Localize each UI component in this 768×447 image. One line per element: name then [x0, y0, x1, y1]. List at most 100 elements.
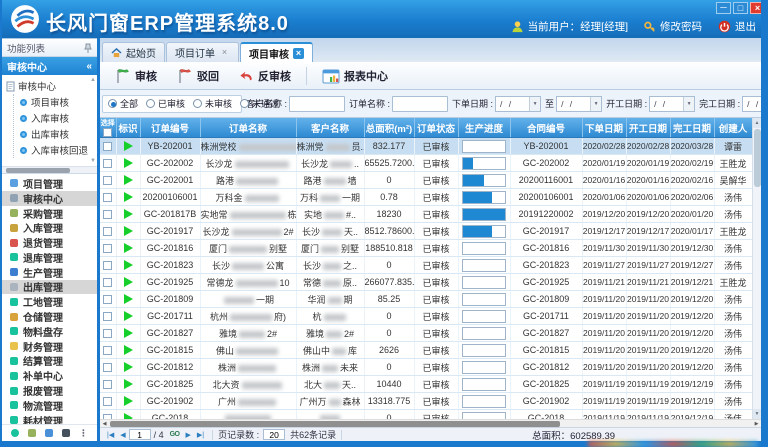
- col-order-name[interactable]: 订单名称: [200, 118, 296, 138]
- row-checkbox[interactable]: [103, 397, 112, 406]
- table-row[interactable]: GC-201817B 实地常栋 实地#.. 18230 已审核 20191220…: [100, 206, 752, 223]
- row-checkbox[interactable]: [103, 380, 112, 389]
- tree-horizontal-scrollbar[interactable]: [2, 167, 97, 174]
- table-row[interactable]: GC-201823 长沙公寓 长沙之.. 0 已审核 GC-201823 201…: [100, 257, 752, 274]
- sidebar-menu-item[interactable]: 耗材管理: [2, 413, 97, 424]
- col-progress[interactable]: 生产进度: [458, 118, 510, 138]
- row-checkbox[interactable]: [103, 244, 112, 253]
- last-page-button[interactable]: ▶|: [197, 431, 204, 439]
- scroll-up-icon[interactable]: ▲: [753, 118, 761, 128]
- select-all-checkbox[interactable]: [103, 128, 112, 137]
- quick-icon-3[interactable]: [45, 429, 53, 437]
- chevron-down-icon[interactable]: ▼: [529, 97, 540, 111]
- start-date-picker[interactable]: / /▼: [649, 96, 695, 112]
- sidebar-menu-item[interactable]: 报废管理: [2, 383, 97, 398]
- radio-unaudited[interactable]: 未审核: [193, 97, 232, 110]
- row-checkbox[interactable]: [103, 159, 112, 168]
- col-total-area[interactable]: 总面积(m²): [364, 118, 414, 138]
- order-date-from-picker[interactable]: / /▼: [495, 96, 541, 112]
- col-order-no[interactable]: 订单编号: [140, 118, 200, 138]
- table-row[interactable]: YB-202001 株洲党校 株洲党员.. 832.177 已审核 YB-202…: [100, 138, 752, 155]
- sidebar-menu-item[interactable]: 项目管理: [2, 176, 97, 191]
- scroll-down-icon[interactable]: ▼: [753, 409, 761, 419]
- report-center-button[interactable]: 报表中心: [313, 65, 397, 87]
- col-status[interactable]: 订单状态: [414, 118, 458, 138]
- table-row[interactable]: GC-201825 北大资 北大天.. 10440 已审核 GC-201825 …: [100, 376, 752, 393]
- go-page-button[interactable]: GO: [170, 431, 180, 438]
- prev-page-button[interactable]: ◀: [120, 431, 125, 439]
- row-checkbox[interactable]: [103, 346, 112, 355]
- table-row[interactable]: GC-2018 0 已审核 GC-2018 2019/11/19 2019/11…: [100, 410, 752, 420]
- horizontal-scroll-thumb[interactable]: [110, 421, 560, 427]
- sidebar-menu-item[interactable]: 物流管理: [2, 398, 97, 413]
- finish-date-picker[interactable]: / /: [742, 96, 761, 112]
- first-page-button[interactable]: |◀: [107, 431, 114, 439]
- sidebar-menu-item[interactable]: 结算管理: [2, 354, 97, 369]
- row-checkbox[interactable]: [103, 193, 112, 202]
- sidebar-menu-item[interactable]: 补单中心: [2, 368, 97, 383]
- table-row[interactable]: 20200106001 万科金 万科一期 0.78 已审核 2020010600…: [100, 189, 752, 206]
- logout-button[interactable]: 退出: [718, 19, 756, 34]
- sidebar-menu-item[interactable]: 退库管理: [2, 250, 97, 265]
- change-password-button[interactable]: 修改密码: [644, 19, 702, 34]
- reject-button[interactable]: 驳回: [168, 65, 228, 87]
- table-row[interactable]: GC-201711 杭州府) 杭 0 已审核 GC-201711 2019/11…: [100, 308, 752, 325]
- tree-root-audit-center[interactable]: 审核中心: [6, 78, 95, 94]
- next-page-button[interactable]: ▶: [186, 431, 191, 439]
- tree-scroll-arrows[interactable]: ▲▼: [90, 77, 96, 164]
- radio-audited[interactable]: 已审核: [146, 97, 185, 110]
- tree-item-inbound-audit[interactable]: 入库审核: [14, 110, 95, 126]
- order-date-to-picker[interactable]: / /▼: [556, 96, 602, 112]
- row-checkbox[interactable]: [103, 142, 112, 151]
- pin-icon[interactable]: [84, 43, 92, 53]
- close-button[interactable]: ×: [750, 2, 765, 14]
- table-row[interactable]: GC-201812 株洲 株洲未来 0 已审核 GC-201812 2019/1…: [100, 359, 752, 376]
- sidebar-menu-item[interactable]: 仓储管理: [2, 309, 97, 324]
- page-size-input[interactable]: [263, 429, 285, 440]
- sidebar-menu-item[interactable]: 退货管理: [2, 235, 97, 250]
- close-icon[interactable]: ×: [293, 48, 304, 59]
- chevron-down-icon[interactable]: ▼: [590, 97, 601, 111]
- sidebar-menu-item[interactable]: 出库管理: [2, 280, 97, 295]
- tab-project-orders[interactable]: 项目订单 ×: [166, 42, 239, 62]
- sidebar-menu-item[interactable]: 工地管理: [2, 294, 97, 309]
- sidebar-menu-item[interactable]: 生产管理: [2, 265, 97, 280]
- quick-icon-2[interactable]: [28, 429, 36, 437]
- col-flag[interactable]: 标识: [116, 118, 140, 138]
- table-row[interactable]: GC-201917 长沙龙2# 长沙天.. 8512.78600.. 已审核 G…: [100, 223, 752, 240]
- audit-button[interactable]: 审核: [106, 65, 166, 87]
- sidebar-menu-item[interactable]: 采购管理: [2, 206, 97, 221]
- row-checkbox[interactable]: [103, 227, 112, 236]
- quick-icon-4[interactable]: [62, 429, 70, 437]
- table-row[interactable]: GC-202001 路港 路港墙 0 已审核 20200116001 2020/…: [100, 172, 752, 189]
- col-contract-no[interactable]: 合同编号: [510, 118, 582, 138]
- col-start-date[interactable]: 开工日期: [626, 118, 670, 138]
- table-row[interactable]: GC-201827 雅境2# 雅境2# 0 已审核 GC-201827 2019…: [100, 325, 752, 342]
- row-checkbox[interactable]: [103, 363, 112, 372]
- table-row[interactable]: GC-201816 厦门别墅 厦门别墅 188510.818 已审核 GC-20…: [100, 240, 752, 257]
- radio-all[interactable]: 全部: [108, 97, 138, 110]
- order-name-input[interactable]: [392, 96, 448, 112]
- overflow-icon[interactable]: ⋮: [79, 428, 88, 439]
- close-icon[interactable]: ×: [219, 47, 230, 58]
- scroll-left-icon[interactable]: ◀: [100, 420, 109, 428]
- unaudit-button[interactable]: 反审核: [230, 65, 300, 87]
- tab-overflow-icon[interactable]: ▼: [761, 14, 768, 20]
- table-row[interactable]: GC-201815 佛山 佛山中库 2626 已审核 GC-201815 201…: [100, 342, 752, 359]
- scroll-right-icon[interactable]: ▶: [752, 420, 761, 428]
- minimize-button[interactable]: －: [716, 2, 731, 14]
- row-checkbox[interactable]: [103, 278, 112, 287]
- row-checkbox[interactable]: [103, 176, 112, 185]
- maximize-button[interactable]: □: [733, 2, 748, 14]
- row-checkbox[interactable]: [103, 329, 112, 338]
- vertical-scrollbar[interactable]: ▲ ▼: [752, 118, 761, 419]
- tree-item-inbound-audit-rollback[interactable]: 入库审核回退: [14, 142, 95, 158]
- row-checkbox[interactable]: [103, 261, 112, 270]
- vertical-scroll-thumb[interactable]: [754, 129, 761, 187]
- sidebar-menu-item[interactable]: 财务管理: [2, 339, 97, 354]
- col-customer[interactable]: 客户名称: [296, 118, 364, 138]
- col-creator[interactable]: 创建人: [714, 118, 752, 138]
- chevron-down-icon[interactable]: ▼: [683, 97, 694, 111]
- tree-item-project-audit[interactable]: 项目审核: [14, 94, 95, 110]
- sidebar-menu-item[interactable]: 物料盘存: [2, 324, 97, 339]
